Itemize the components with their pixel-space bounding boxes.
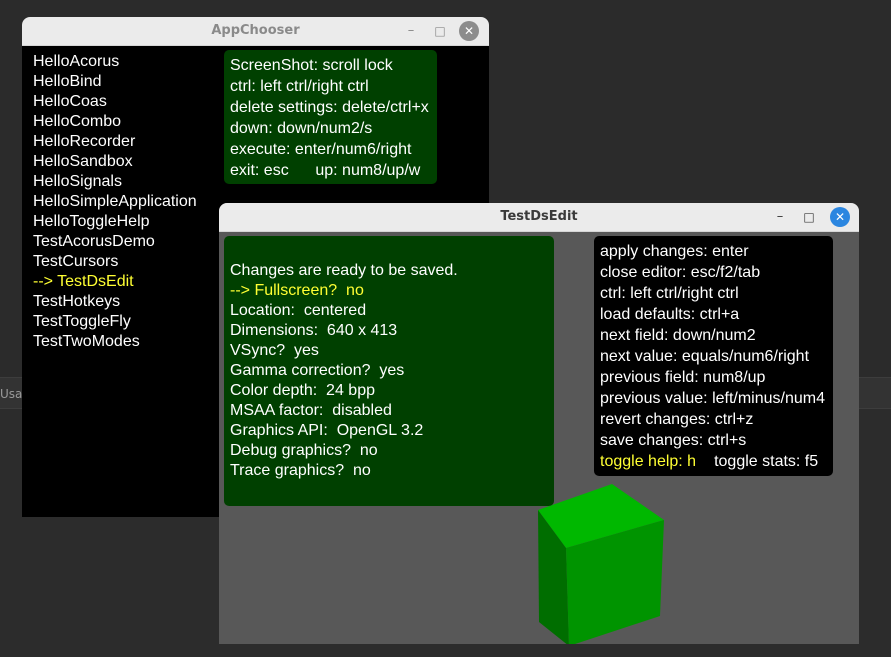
appchooser-titlebar[interactable]: AppChooser – □ ✕ xyxy=(22,17,489,46)
key-bindings-panel: apply changes: enter close editor: esc/f2… xyxy=(594,236,833,476)
close-icon[interactable]: ✕ xyxy=(459,21,479,41)
app-list-item[interactable]: HelloToggleHelp xyxy=(33,212,197,232)
app-list-item[interactable]: HelloSimpleApplication xyxy=(33,192,197,212)
maximize-icon[interactable]: □ xyxy=(799,207,819,227)
status-message: Changes are ready to be saved. xyxy=(230,262,458,279)
key-binding-line: ctrl: left ctrl/right ctrl xyxy=(600,285,739,302)
setting-row[interactable]: Color depth: 24 bpp xyxy=(230,381,554,401)
key-binding-line: close editor: esc/f2/tab xyxy=(600,264,761,281)
help-line: ScreenShot: scroll lock xyxy=(230,57,393,74)
app-list-item[interactable]: HelloCoas xyxy=(33,92,197,112)
close-icon[interactable]: ✕ xyxy=(830,207,850,227)
testdsedit-window[interactable]: TestDsEdit – □ ✕ Changes are ready to be… xyxy=(219,203,859,644)
setting-row[interactable]: Trace graphics? no xyxy=(230,461,554,481)
setting-row[interactable]: Dimensions: 640 x 413 xyxy=(230,321,554,341)
toggle-line: toggle help: h toggle stats: f5 xyxy=(600,451,833,472)
key-binding-line: next field: down/num2 xyxy=(600,327,756,344)
app-list-item[interactable]: HelloBind xyxy=(33,72,197,92)
key-binding-line: save changes: ctrl+s xyxy=(600,432,747,449)
app-list-item[interactable]: TestHotkeys xyxy=(33,292,197,312)
appchooser-help-panel: ScreenShot: scroll lock ctrl: left ctrl/r… xyxy=(224,50,437,184)
settings-panel: Changes are ready to be saved. --> Fullsc… xyxy=(224,236,554,506)
app-list-item[interactable]: TestAcorusDemo xyxy=(33,232,197,252)
setting-row[interactable]: Location: centered xyxy=(230,301,554,321)
maximize-icon[interactable]: □ xyxy=(430,21,450,41)
help-line: exit: esc up: num8/up/w xyxy=(230,162,421,179)
background-app-text: Usa xyxy=(0,387,23,401)
setting-row[interactable]: Gamma correction? yes xyxy=(230,361,554,381)
setting-row[interactable]: Graphics API: OpenGL 3.2 xyxy=(230,421,554,441)
minimize-icon[interactable]: – xyxy=(401,21,421,41)
key-binding-line: load defaults: ctrl+a xyxy=(600,306,740,323)
setting-row[interactable]: --> Fullscreen? no xyxy=(230,281,554,301)
app-list-item[interactable]: HelloRecorder xyxy=(33,132,197,152)
app-list-item[interactable]: --> TestDsEdit xyxy=(33,272,197,292)
key-binding-line: apply changes: enter xyxy=(600,243,749,260)
help-line: execute: enter/num6/right xyxy=(230,141,412,158)
app-list-item[interactable]: TestTwoModes xyxy=(33,332,197,352)
key-binding-line: previous field: num8/up xyxy=(600,369,766,386)
app-list-item[interactable]: TestCursors xyxy=(33,252,197,272)
app-list-item[interactable]: HelloAcorus xyxy=(33,52,197,72)
render-viewport[interactable]: Changes are ready to be saved. --> Fullsc… xyxy=(219,232,859,644)
testdsedit-title: TestDsEdit xyxy=(500,209,578,224)
key-binding-line: previous value: left/minus/num4 xyxy=(600,390,825,407)
testdsedit-titlebar[interactable]: TestDsEdit – □ ✕ xyxy=(219,203,859,232)
help-line: down: down/num2/s xyxy=(230,120,373,137)
app-list-item[interactable]: HelloSandbox xyxy=(33,152,197,172)
key-binding-line: revert changes: ctrl+z xyxy=(600,411,754,428)
app-list-item[interactable]: TestToggleFly xyxy=(33,312,197,332)
help-line: ctrl: left ctrl/right ctrl xyxy=(230,78,369,95)
setting-row[interactable]: VSync? yes xyxy=(230,341,554,361)
app-list-item[interactable]: HelloCombo xyxy=(33,112,197,132)
toggle-help-hint: toggle help: h xyxy=(600,453,697,470)
key-binding-line: next value: equals/num6/right xyxy=(600,348,810,365)
minimize-icon[interactable]: – xyxy=(770,207,790,227)
setting-row[interactable]: Debug graphics? no xyxy=(230,441,554,461)
app-list: HelloAcorus HelloBind HelloCoas HelloCombo H… xyxy=(33,52,197,352)
setting-row[interactable]: MSAA factor: disabled xyxy=(230,401,554,421)
toggle-stats-hint: toggle stats: f5 xyxy=(714,453,819,470)
help-line: delete settings: delete/ctrl+x xyxy=(230,99,429,116)
green-cube xyxy=(538,484,664,644)
app-list-item[interactable]: HelloSignals xyxy=(33,172,197,192)
